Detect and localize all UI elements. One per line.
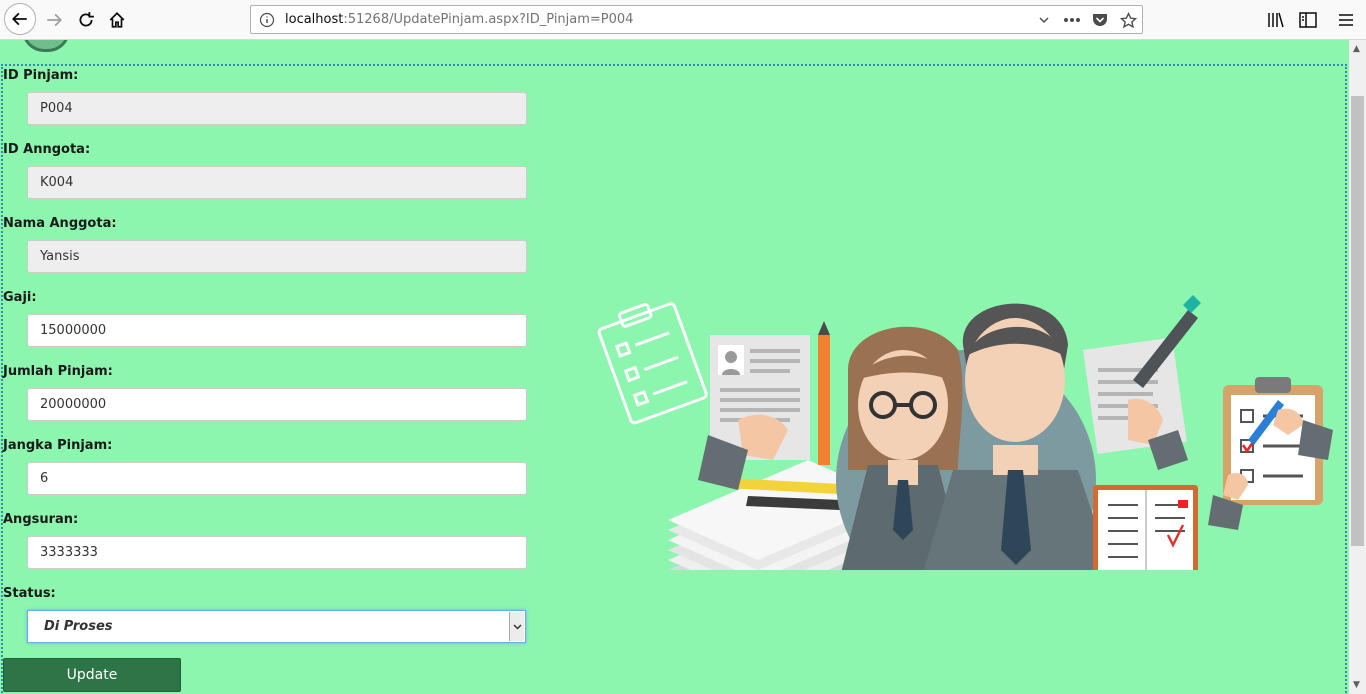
- reload-button[interactable]: [70, 4, 102, 36]
- home-button[interactable]: [101, 4, 133, 36]
- browser-toolbar: localhost:51268/UpdatePinjam.aspx?ID_Pin…: [0, 0, 1366, 40]
- jumlah-pinjam-field[interactable]: 20000000: [27, 388, 527, 421]
- library-icon[interactable]: [1266, 10, 1286, 30]
- scroll-up-arrow-icon[interactable]: ▲: [1353, 44, 1360, 54]
- id-anggota-label: ID Anngota:: [3, 142, 91, 157]
- vertical-scrollbar[interactable]: ▲ ▼: [1349, 40, 1366, 694]
- scroll-down-arrow-icon[interactable]: ▼: [1353, 680, 1360, 690]
- bookmark-star-button[interactable]: [1119, 11, 1137, 29]
- star-icon: [1119, 11, 1137, 28]
- url-text[interactable]: localhost:51268/UpdatePinjam.aspx?ID_Pin…: [285, 12, 633, 27]
- jangka-pinjam-field[interactable]: 6: [27, 462, 527, 495]
- angsuran-label: Angsuran:: [3, 512, 79, 527]
- pocket-button[interactable]: [1091, 11, 1109, 29]
- angsuran-field[interactable]: 3333333: [27, 536, 527, 569]
- back-button[interactable]: [4, 3, 36, 35]
- arrow-right-icon: [47, 13, 63, 27]
- url-dropdown-button[interactable]: [1035, 11, 1053, 29]
- url-path: :51268/UpdatePinjam.aspx?ID_Pinjam=P004: [343, 12, 634, 27]
- pocket-icon: [1093, 14, 1107, 26]
- update-button[interactable]: Update: [3, 658, 181, 692]
- arrow-left-icon: [11, 12, 27, 26]
- select-arrow[interactable]: [509, 612, 524, 641]
- gaji-label: Gaji:: [3, 290, 37, 305]
- hamburger-menu-icon[interactable]: [1336, 10, 1356, 30]
- business-people-illustration: [597, 295, 1333, 570]
- page-content: ID Pinjam: P004 ID Anngota: K004 Nama An…: [0, 40, 1348, 694]
- forward-button[interactable]: [38, 4, 70, 36]
- address-bar[interactable]: localhost:51268/UpdatePinjam.aspx?ID_Pin…: [250, 5, 1143, 34]
- nama-anggota-label: Nama Anggota:: [3, 216, 117, 231]
- id-pinjam-field[interactable]: P004: [27, 92, 527, 125]
- site-logo: [22, 40, 70, 52]
- status-select[interactable]: Di Proses: [27, 610, 526, 643]
- status-label: Status:: [3, 586, 56, 601]
- status-selected-value: Di Proses: [44, 619, 113, 634]
- url-host: localhost: [285, 12, 344, 27]
- nama-anggota-field[interactable]: Yansis: [27, 240, 527, 273]
- page-actions-button[interactable]: [1063, 11, 1081, 29]
- chevron-down-icon: [1039, 17, 1049, 23]
- jangka-pinjam-label: Jangka Pinjam:: [3, 438, 113, 453]
- reload-icon: [79, 12, 94, 27]
- sidebar-icon[interactable]: [1298, 10, 1318, 30]
- info-icon[interactable]: [259, 12, 275, 28]
- chevron-down-icon: [512, 623, 522, 630]
- home-icon: [109, 12, 125, 28]
- id-pinjam-label: ID Pinjam:: [3, 68, 79, 83]
- more-dots-icon: [1064, 18, 1080, 22]
- gaji-field[interactable]: 15000000: [27, 314, 527, 347]
- id-anggota-field[interactable]: K004: [27, 166, 527, 199]
- scrollbar-thumb[interactable]: [1351, 96, 1364, 546]
- jumlah-pinjam-label: Jumlah Pinjam:: [3, 364, 113, 379]
